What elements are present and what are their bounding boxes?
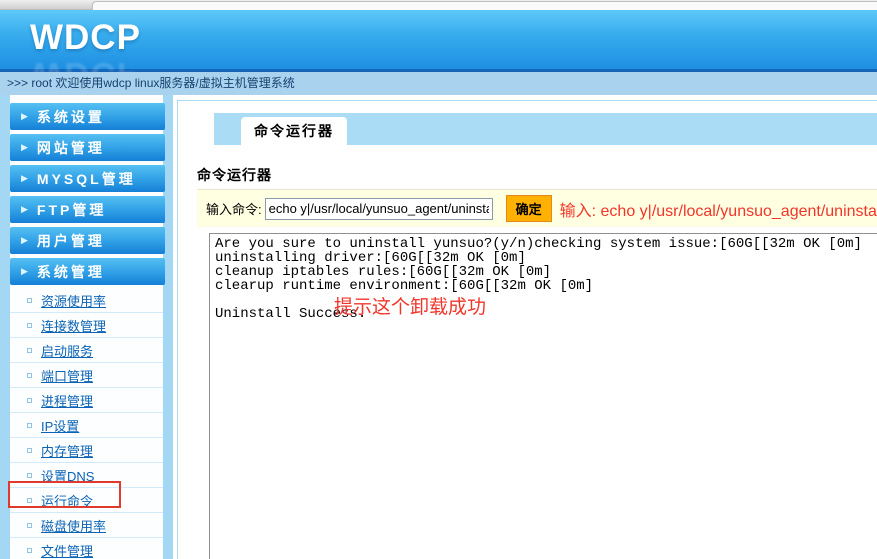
square-bullet-icon (27, 323, 32, 328)
sidebar-subitem-connection-management[interactable]: 连接数管理 (10, 313, 163, 338)
wdcp-logo: WDCP (30, 18, 141, 58)
annotation-input-hint: 输入: echo y|/usr/local/yunsuo_agent/unins… (560, 197, 877, 221)
arrow-right-icon: ▶ (21, 173, 28, 184)
square-bullet-icon (27, 298, 32, 303)
sidebar-subitem-disk-usage[interactable]: 磁盘使用率 (10, 513, 163, 538)
sidebar-subitem-start-services[interactable]: 启动服务 (10, 338, 163, 363)
sidebar-item-label: FTP管理 (37, 200, 106, 220)
sidebar-main-menu: ▶ 系统设置 ▶ 网站管理 ▶ MYSQL管理 ▶ FTP管理 ▶ 用户管理 ▶… (10, 103, 165, 289)
sidebar-sub-menu: 资源使用率 连接数管理 启动服务 端口管理 进程管理 IP设置 内存管理 设置D… (10, 288, 163, 559)
browser-chrome-strip (0, 0, 877, 10)
square-bullet-icon (27, 548, 32, 553)
sidebar-item-system-settings[interactable]: ▶ 系统设置 (10, 103, 165, 130)
terminal-line: clearup runtime environment:[60G[[32m OK… (215, 279, 877, 293)
square-bullet-icon (27, 398, 32, 403)
sidebar-subitem-ip-settings[interactable]: IP设置 (10, 413, 163, 438)
sidebar-subitem-memory-management[interactable]: 内存管理 (10, 438, 163, 463)
arrow-right-icon: ▶ (21, 204, 28, 215)
sidebar-item-ftp-management[interactable]: ▶ FTP管理 (10, 196, 165, 223)
browser-tab-edge (92, 1, 877, 10)
terminal-line: Uninstall Success. (215, 307, 877, 321)
sidebar-subitem-dns-settings[interactable]: 设置DNS (10, 463, 163, 488)
arrow-right-icon: ▶ (21, 142, 28, 153)
main-content-panel: 命令运行器 命令运行器 输入命令: 确定 输入: echo y|/usr/loc… (177, 100, 877, 559)
square-bullet-icon (27, 373, 32, 378)
terminal-line: uninstalling driver:[60G[[32m OK [0m] (215, 251, 877, 265)
square-bullet-icon (27, 448, 32, 453)
command-output-textarea[interactable]: Are you sure to uninstall yunsuo?(y/n)ch… (209, 233, 877, 559)
sidebar-item-label: 用户管理 (37, 231, 105, 251)
sidebar-item-mysql-management[interactable]: ▶ MYSQL管理 (10, 165, 165, 192)
sidebar-item-system-management[interactable]: ▶ 系统管理 (10, 258, 165, 285)
command-input[interactable] (265, 198, 493, 220)
square-bullet-icon (27, 473, 32, 478)
square-bullet-icon (27, 523, 32, 528)
sidebar-item-user-management[interactable]: ▶ 用户管理 (10, 227, 165, 254)
sidebar-item-label: 网站管理 (37, 138, 105, 158)
terminal-line: cleanup iptables rules:[60G[[32m OK [0m] (215, 265, 877, 279)
section-title: 命令运行器 (197, 165, 272, 185)
sidebar: ▶ 系统设置 ▶ 网站管理 ▶ MYSQL管理 ▶ FTP管理 ▶ 用户管理 ▶… (0, 95, 173, 559)
terminal-line: Are you sure to uninstall yunsuo?(y/n)ch… (215, 237, 877, 251)
sidebar-item-label: 系统设置 (37, 107, 105, 127)
tab-strip: 命令运行器 (214, 113, 877, 145)
sidebar-item-website-management[interactable]: ▶ 网站管理 (10, 134, 165, 161)
square-bullet-icon (27, 423, 32, 428)
annotation-success-hint: 提示这个卸载成功 (334, 301, 486, 315)
arrow-right-icon: ▶ (21, 235, 28, 246)
sidebar-item-label: MYSQL管理 (37, 169, 136, 189)
sidebar-subitem-resource-usage[interactable]: 资源使用率 (10, 288, 163, 313)
command-input-row: 输入命令: 确定 输入: echo y|/usr/local/yunsuo_ag… (197, 189, 877, 227)
tab-command-runner[interactable]: 命令运行器 (241, 117, 347, 145)
breadcrumb: >>> root 欢迎使用wdcp linux服务器/虚拟主机管理系统 (0, 72, 877, 95)
arrow-right-icon: ▶ (21, 111, 28, 122)
square-bullet-icon (27, 348, 32, 353)
sidebar-subitem-run-command[interactable]: 运行命令 (10, 488, 163, 513)
confirm-button[interactable]: 确定 (506, 195, 552, 222)
terminal-line (215, 293, 877, 307)
command-input-label: 输入命令: (206, 199, 262, 218)
app-banner: WDCP WDCP (0, 10, 877, 72)
sidebar-item-label: 系统管理 (37, 262, 105, 282)
sidebar-subitem-port-management[interactable]: 端口管理 (10, 363, 163, 388)
arrow-right-icon: ▶ (21, 266, 28, 277)
sidebar-subitem-process-management[interactable]: 进程管理 (10, 388, 163, 413)
sidebar-subitem-file-management[interactable]: 文件管理 (10, 538, 163, 559)
square-bullet-icon (27, 498, 32, 503)
